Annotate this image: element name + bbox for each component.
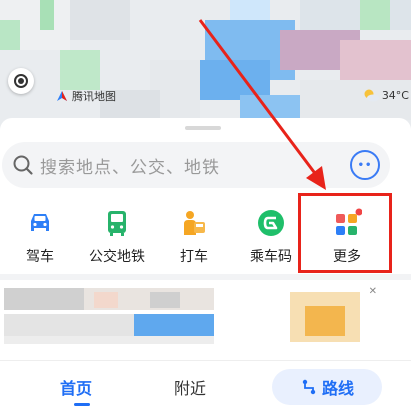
section-divider	[0, 274, 411, 280]
quick-action-label: 公交地铁	[89, 249, 145, 265]
locate-icon	[14, 74, 28, 88]
weather-temp: 34°C	[381, 88, 409, 102]
weather-sun-cloud-icon	[364, 89, 379, 102]
map-brand: 腾讯地图	[56, 88, 116, 104]
drag-handle[interactable]	[185, 126, 221, 130]
banner-close-icon[interactable]: ✕	[369, 286, 377, 297]
map-brand-label: 腾讯地图	[72, 90, 116, 103]
quick-action-ride-code[interactable]: 乘车码	[239, 204, 303, 270]
ride-code-icon	[258, 210, 284, 236]
more-highlight-box	[298, 193, 392, 273]
quick-action-drive[interactable]: 驾车	[8, 204, 72, 270]
search-bar[interactable]: 搜索地点、公交、地铁 ••	[2, 142, 390, 188]
assistant-face-icon[interactable]: ••	[350, 150, 380, 180]
car-icon	[31, 214, 49, 231]
search-input[interactable]: 搜索地点、公交、地铁	[40, 153, 220, 178]
quick-action-label: 乘车码	[250, 249, 292, 265]
search-icon	[13, 155, 33, 175]
taxi-icon	[184, 211, 205, 235]
quick-action-bus[interactable]: 公交地铁	[85, 204, 149, 270]
weather-widget[interactable]: 34°C	[362, 88, 409, 102]
bus-icon	[108, 211, 126, 236]
map-view[interactable]: 腾讯地图 34°C	[0, 0, 411, 130]
bottom-tab-bar: 首页 附近 路线	[0, 360, 411, 420]
tab-home[interactable]: 首页	[60, 375, 92, 399]
locate-button[interactable]	[8, 68, 34, 94]
tab-active-indicator	[74, 403, 90, 406]
tab-nearby[interactable]: 附近	[174, 375, 206, 399]
quick-action-label: 打车	[180, 249, 208, 265]
promo-banner[interactable]: ✕	[0, 284, 411, 346]
route-button[interactable]: 路线	[272, 369, 382, 405]
route-icon	[302, 379, 316, 395]
quick-action-taxi[interactable]: 打车	[162, 204, 226, 270]
quick-action-label: 驾车	[26, 249, 54, 265]
route-label: 路线	[321, 379, 354, 398]
tencent-map-logo-icon	[57, 91, 67, 101]
